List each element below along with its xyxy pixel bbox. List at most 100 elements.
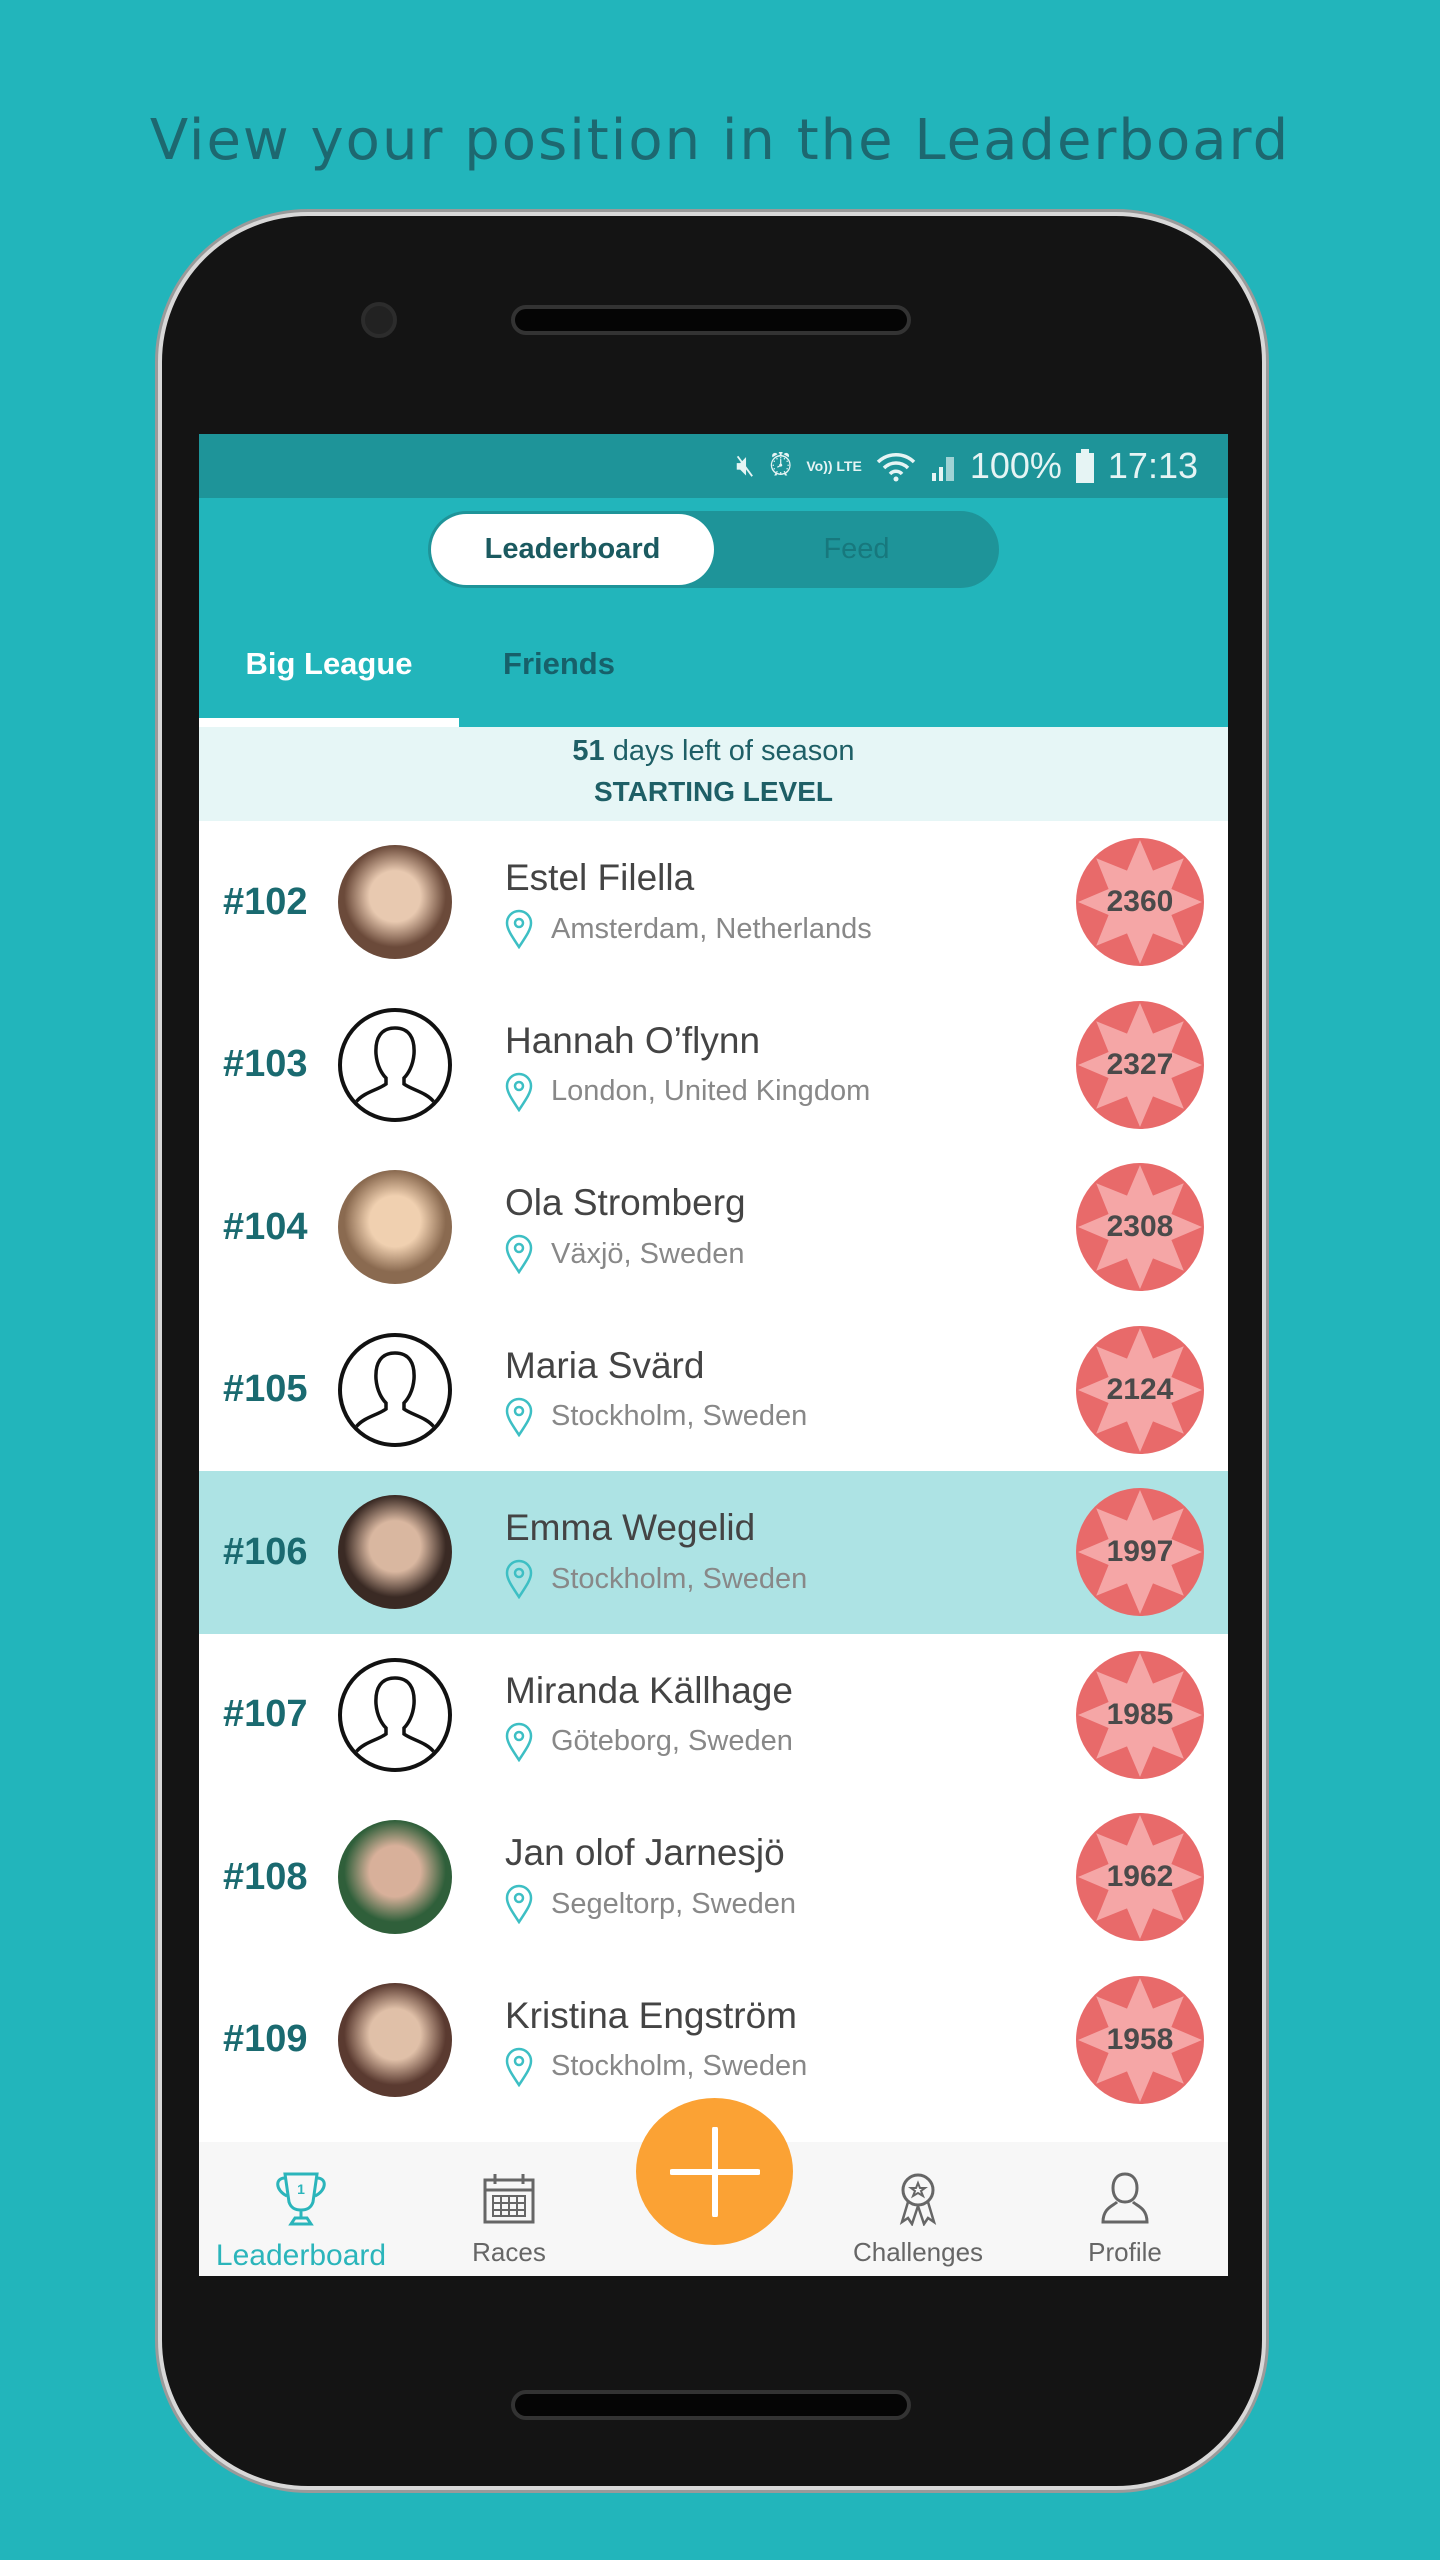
nav-challenges[interactable]: Challenges — [818, 2170, 1018, 2268]
toggle-leaderboard[interactable]: Leaderboard — [431, 514, 714, 585]
location-pin-icon — [505, 909, 533, 949]
leaderboard-row[interactable]: #107 Miranda Källhage Göteborg, Sweden 1… — [199, 1634, 1228, 1797]
rank: #105 — [223, 1368, 308, 1411]
battery-icon — [1075, 449, 1094, 483]
nav-leaderboard[interactable]: 1 Leaderboard — [201, 2170, 401, 2273]
player-location: London, United Kingdom — [551, 1075, 871, 1107]
points-badge: 1958 — [1075, 1975, 1205, 2105]
avatar — [338, 1982, 452, 2097]
leaderboard-row[interactable]: #104 Ola Stromberg Växjö, Sweden 2308 — [199, 1146, 1228, 1309]
points-badge: 1997 — [1075, 1487, 1205, 1617]
svg-text:1: 1 — [297, 2181, 305, 2197]
nav-label: Challenges — [852, 2237, 984, 2267]
bottom-speaker — [511, 2390, 911, 2420]
rank: #102 — [223, 880, 308, 923]
leaderboard-row[interactable]: #103 Hannah O’flynn London, United Kingd… — [199, 984, 1228, 1147]
location-pin-icon — [505, 2047, 533, 2087]
avatar — [338, 1170, 452, 1285]
player-location: Stockholm, Sweden — [551, 1400, 808, 1432]
person-silhouette-icon — [354, 1026, 436, 1103]
rank: #107 — [223, 1693, 308, 1736]
leaderboard-row[interactable]: #106 Emma Wegelid Stockholm, Sweden 1997 — [199, 1471, 1228, 1634]
points-badge: 2327 — [1075, 1000, 1205, 1130]
avatar — [338, 1495, 452, 1610]
person-silhouette-icon — [354, 1351, 436, 1428]
points: 1962 — [1106, 1860, 1174, 1894]
alarm-icon: ⏰︎ — [768, 449, 793, 482]
points: 2124 — [1106, 1372, 1174, 1406]
avatar-placeholder — [338, 1657, 452, 1772]
person-silhouette-icon — [354, 1676, 436, 1753]
wifi-icon — [876, 453, 916, 482]
add-button[interactable] — [636, 2098, 793, 2245]
player-name: Emma Wegelid — [505, 1507, 756, 1548]
leaderboard-list: #102 Estel Filella Amsterdam, Netherland… — [199, 821, 1228, 2276]
points: 2360 — [1106, 885, 1174, 919]
signal-icon — [931, 457, 954, 481]
header: Leaderboard Feed Big League Friends — [199, 498, 1228, 727]
player-name: Maria Svärd — [505, 1344, 705, 1386]
player-name: Kristina Engström — [505, 1994, 797, 2036]
calendar-icon — [483, 2174, 535, 2224]
points-badge: 1962 — [1075, 1812, 1205, 1942]
days-left: 51 — [572, 735, 605, 767]
location-pin-icon — [505, 1072, 533, 1112]
player-location: Amsterdam, Netherlands — [551, 912, 872, 945]
toggle-feed[interactable]: Feed — [714, 511, 999, 588]
player-name: Estel Filella — [505, 857, 695, 898]
points-badge: 2124 — [1075, 1325, 1205, 1455]
rank: #103 — [223, 1043, 308, 1086]
player-location: Segeltorp, Sweden — [551, 1887, 797, 1920]
plus-icon — [669, 2126, 760, 2217]
nav-profile[interactable]: Profile — [1025, 2170, 1225, 2268]
avatar-placeholder — [338, 1007, 452, 1122]
location-pin-icon — [505, 1884, 533, 1924]
tab-big-league[interactable]: Big League — [199, 646, 459, 682]
player-name: Ola Stromberg — [505, 1182, 746, 1223]
trophy-icon: 1 — [276, 2172, 326, 2226]
player-location: Växjö, Sweden — [551, 1237, 745, 1270]
location-pin-icon — [505, 1397, 533, 1437]
top-speaker — [511, 305, 911, 335]
points-badge: 2360 — [1075, 837, 1205, 967]
nav-races[interactable]: Races — [409, 2170, 609, 2268]
points: 1985 — [1106, 1697, 1174, 1731]
rank: #108 — [223, 1855, 308, 1898]
points-badge: 2308 — [1075, 1162, 1205, 1292]
player-name: Hannah O’flynn — [505, 1019, 761, 1061]
location-pin-icon — [505, 1559, 533, 1599]
season-banner: 51 days left of season STARTING LEVEL — [199, 727, 1228, 821]
avatar — [338, 1820, 452, 1935]
location-pin-icon — [505, 1234, 533, 1274]
points: 2327 — [1106, 1047, 1174, 1081]
nav-label: Leaderboard — [215, 2239, 387, 2272]
avatar — [338, 845, 452, 960]
leaderboard-row[interactable]: #109 Kristina Engström Stockholm, Sweden… — [199, 1959, 1228, 2122]
leaderboard-row[interactable]: #102 Estel Filella Amsterdam, Netherland… — [199, 821, 1228, 984]
active-tab-indicator — [199, 718, 459, 727]
nav-label: Profile — [1088, 2237, 1162, 2267]
battery-percent: 100% — [969, 445, 1062, 486]
player-location: Stockholm, Sweden — [551, 1562, 808, 1595]
award-icon — [899, 2173, 937, 2227]
tab-friends[interactable]: Friends — [459, 646, 659, 682]
status-bar: 🔇︎ ⏰︎ Vo)) LTE 100% 17:13 — [199, 434, 1228, 498]
points: 1958 — [1106, 2022, 1174, 2056]
rank: #109 — [223, 2018, 308, 2061]
player-name: Jan olof Jarnesjö — [505, 1832, 785, 1873]
rank: #106 — [223, 1530, 308, 1573]
leaderboard-row[interactable]: #105 Maria Svärd Stockholm, Sweden 2124 — [199, 1309, 1228, 1472]
nav-label: Races — [472, 2237, 546, 2267]
clock: 17:13 — [1107, 445, 1198, 486]
days-left-text: days left of season — [604, 735, 855, 767]
level-label: STARTING LEVEL — [593, 776, 834, 807]
leaderboard-row[interactable]: #108 Jan olof Jarnesjö Segeltorp, Sweden… — [199, 1796, 1228, 1959]
camera — [361, 302, 397, 338]
volte-icon: Vo)) LTE — [806, 458, 862, 474]
avatar-placeholder — [338, 1332, 452, 1447]
person-icon — [1101, 2172, 1149, 2224]
view-toggle: Leaderboard Feed — [428, 511, 999, 588]
rank: #104 — [223, 1205, 308, 1248]
mute-icon: 🔇︎ — [736, 449, 755, 482]
points-badge: 1985 — [1075, 1650, 1205, 1780]
